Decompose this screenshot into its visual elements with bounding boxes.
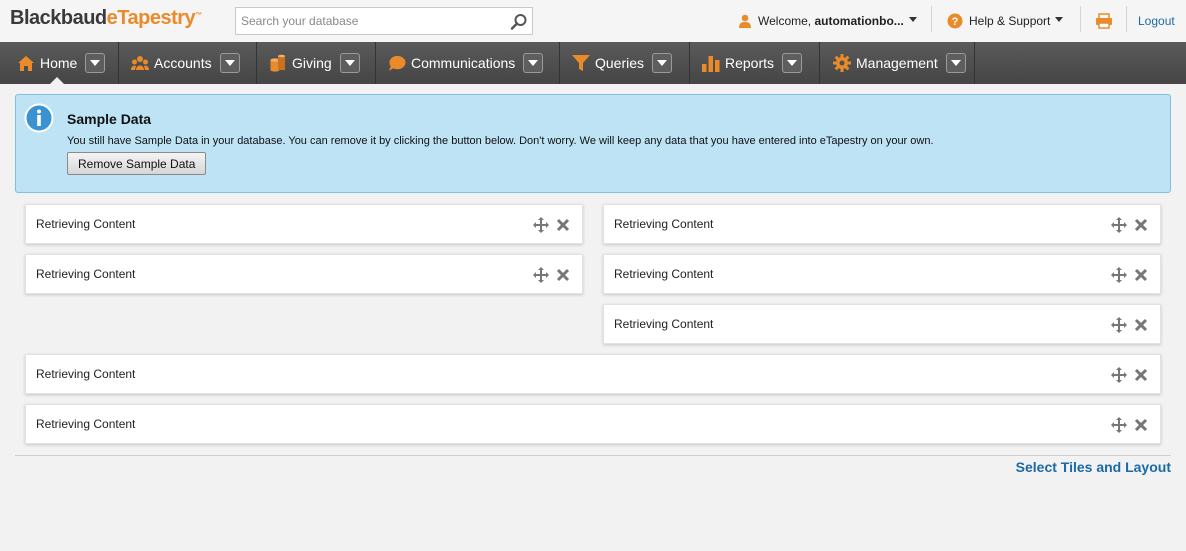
- header-divider: [931, 6, 932, 32]
- help-icon: ?: [947, 13, 963, 29]
- tile-title: Retrieving Content: [36, 267, 136, 281]
- communications-icon: [388, 54, 406, 72]
- printer-icon: [1096, 13, 1112, 29]
- nav-item-reports[interactable]: Reports: [690, 42, 820, 84]
- blackbaud-etapestry-logo[interactable]: BlackbaudeTapestry™: [10, 5, 202, 31]
- banner-title: Sample Data: [67, 111, 152, 127]
- move-icon[interactable]: [1111, 417, 1127, 433]
- close-icon[interactable]: [1134, 268, 1148, 282]
- dashboard-tile: Retrieving Content: [25, 404, 1161, 444]
- print-button[interactable]: [1095, 0, 1113, 42]
- search-icon[interactable]: [510, 13, 528, 31]
- nav-item-home[interactable]: Home: [0, 42, 119, 84]
- top-header: BlackbaudeTapestry™ Welcome, automationb…: [0, 0, 1186, 42]
- help-support-label: Help & Support: [969, 14, 1051, 28]
- move-icon[interactable]: [533, 267, 549, 283]
- sample-data-banner: Sample Data You still have Sample Data i…: [15, 94, 1171, 193]
- user-icon: [739, 14, 751, 28]
- dashboard-tile: Retrieving Content: [603, 304, 1161, 344]
- home-icon: [17, 54, 35, 72]
- tile-title: Retrieving Content: [614, 317, 714, 331]
- tile-title: Retrieving Content: [36, 217, 136, 231]
- banner-message: You still have Sample Data in your datab…: [67, 135, 934, 147]
- header-divider: [1126, 6, 1127, 32]
- accounts-dropdown-button[interactable]: [219, 53, 240, 73]
- communications-dropdown-button[interactable]: [523, 53, 544, 73]
- help-support-menu[interactable]: ? Help & Support: [947, 0, 1064, 42]
- close-icon[interactable]: [1134, 318, 1148, 332]
- logout-link[interactable]: Logout: [1138, 0, 1175, 42]
- accounts-icon: [131, 54, 149, 72]
- tile-title: Retrieving Content: [614, 217, 714, 231]
- select-tiles-layout-link[interactable]: Select Tiles and Layout: [1016, 459, 1171, 475]
- queries-dropdown-button[interactable]: [652, 53, 673, 73]
- welcome-prefix: Welcome,: [758, 14, 815, 28]
- header-divider: [1080, 6, 1081, 32]
- dashboard-tile: Retrieving Content: [25, 204, 583, 244]
- close-icon[interactable]: [1134, 368, 1148, 382]
- dashboard-tile: Retrieving Content: [603, 204, 1161, 244]
- nav-item-management[interactable]: Management: [820, 42, 975, 84]
- main-nav: Home Accounts Giving Communications Quer…: [0, 42, 1186, 84]
- reports-dropdown-button[interactable]: [782, 53, 803, 73]
- move-icon[interactable]: [1111, 217, 1127, 233]
- active-indicator: [50, 77, 64, 84]
- giving-icon: [269, 54, 287, 72]
- nav-item-communications[interactable]: Communications: [376, 42, 560, 84]
- chevron-down-icon: [908, 16, 917, 22]
- move-icon[interactable]: [1111, 367, 1127, 383]
- move-icon[interactable]: [1111, 317, 1127, 333]
- remove-sample-data-button[interactable]: Remove Sample Data: [67, 152, 207, 175]
- search-box: [235, 7, 533, 35]
- close-icon[interactable]: [556, 218, 570, 232]
- nav-item-giving[interactable]: Giving: [257, 42, 376, 84]
- move-icon[interactable]: [1111, 267, 1127, 283]
- welcome-menu[interactable]: Welcome, automationbo...: [738, 0, 917, 42]
- welcome-username: automationbo...: [814, 14, 904, 28]
- giving-dropdown-button[interactable]: [339, 53, 360, 73]
- home-dropdown-button[interactable]: [85, 53, 106, 73]
- dashboard-tile: Retrieving Content: [25, 254, 583, 294]
- move-icon[interactable]: [533, 217, 549, 233]
- management-dropdown-button[interactable]: [945, 53, 966, 73]
- chevron-down-icon: [1055, 16, 1064, 22]
- close-icon[interactable]: [556, 268, 570, 282]
- nav-item-accounts[interactable]: Accounts: [119, 42, 257, 84]
- close-icon[interactable]: [1134, 418, 1148, 432]
- tile-title: Retrieving Content: [614, 267, 714, 281]
- bar-chart-icon: [702, 54, 720, 72]
- dashboard-tile: Retrieving Content: [25, 354, 1161, 394]
- info-icon: [24, 103, 54, 133]
- gear-icon: [833, 54, 851, 72]
- close-icon[interactable]: [1134, 218, 1148, 232]
- svg-text:?: ?: [952, 16, 959, 28]
- search-input[interactable]: [236, 8, 506, 34]
- tile-title: Retrieving Content: [36, 367, 136, 381]
- dashboard-tile: Retrieving Content: [603, 254, 1161, 294]
- nav-item-queries[interactable]: Queries: [560, 42, 690, 84]
- tile-title: Retrieving Content: [36, 417, 136, 431]
- divider: [15, 455, 1171, 456]
- filter-icon: [572, 54, 590, 72]
